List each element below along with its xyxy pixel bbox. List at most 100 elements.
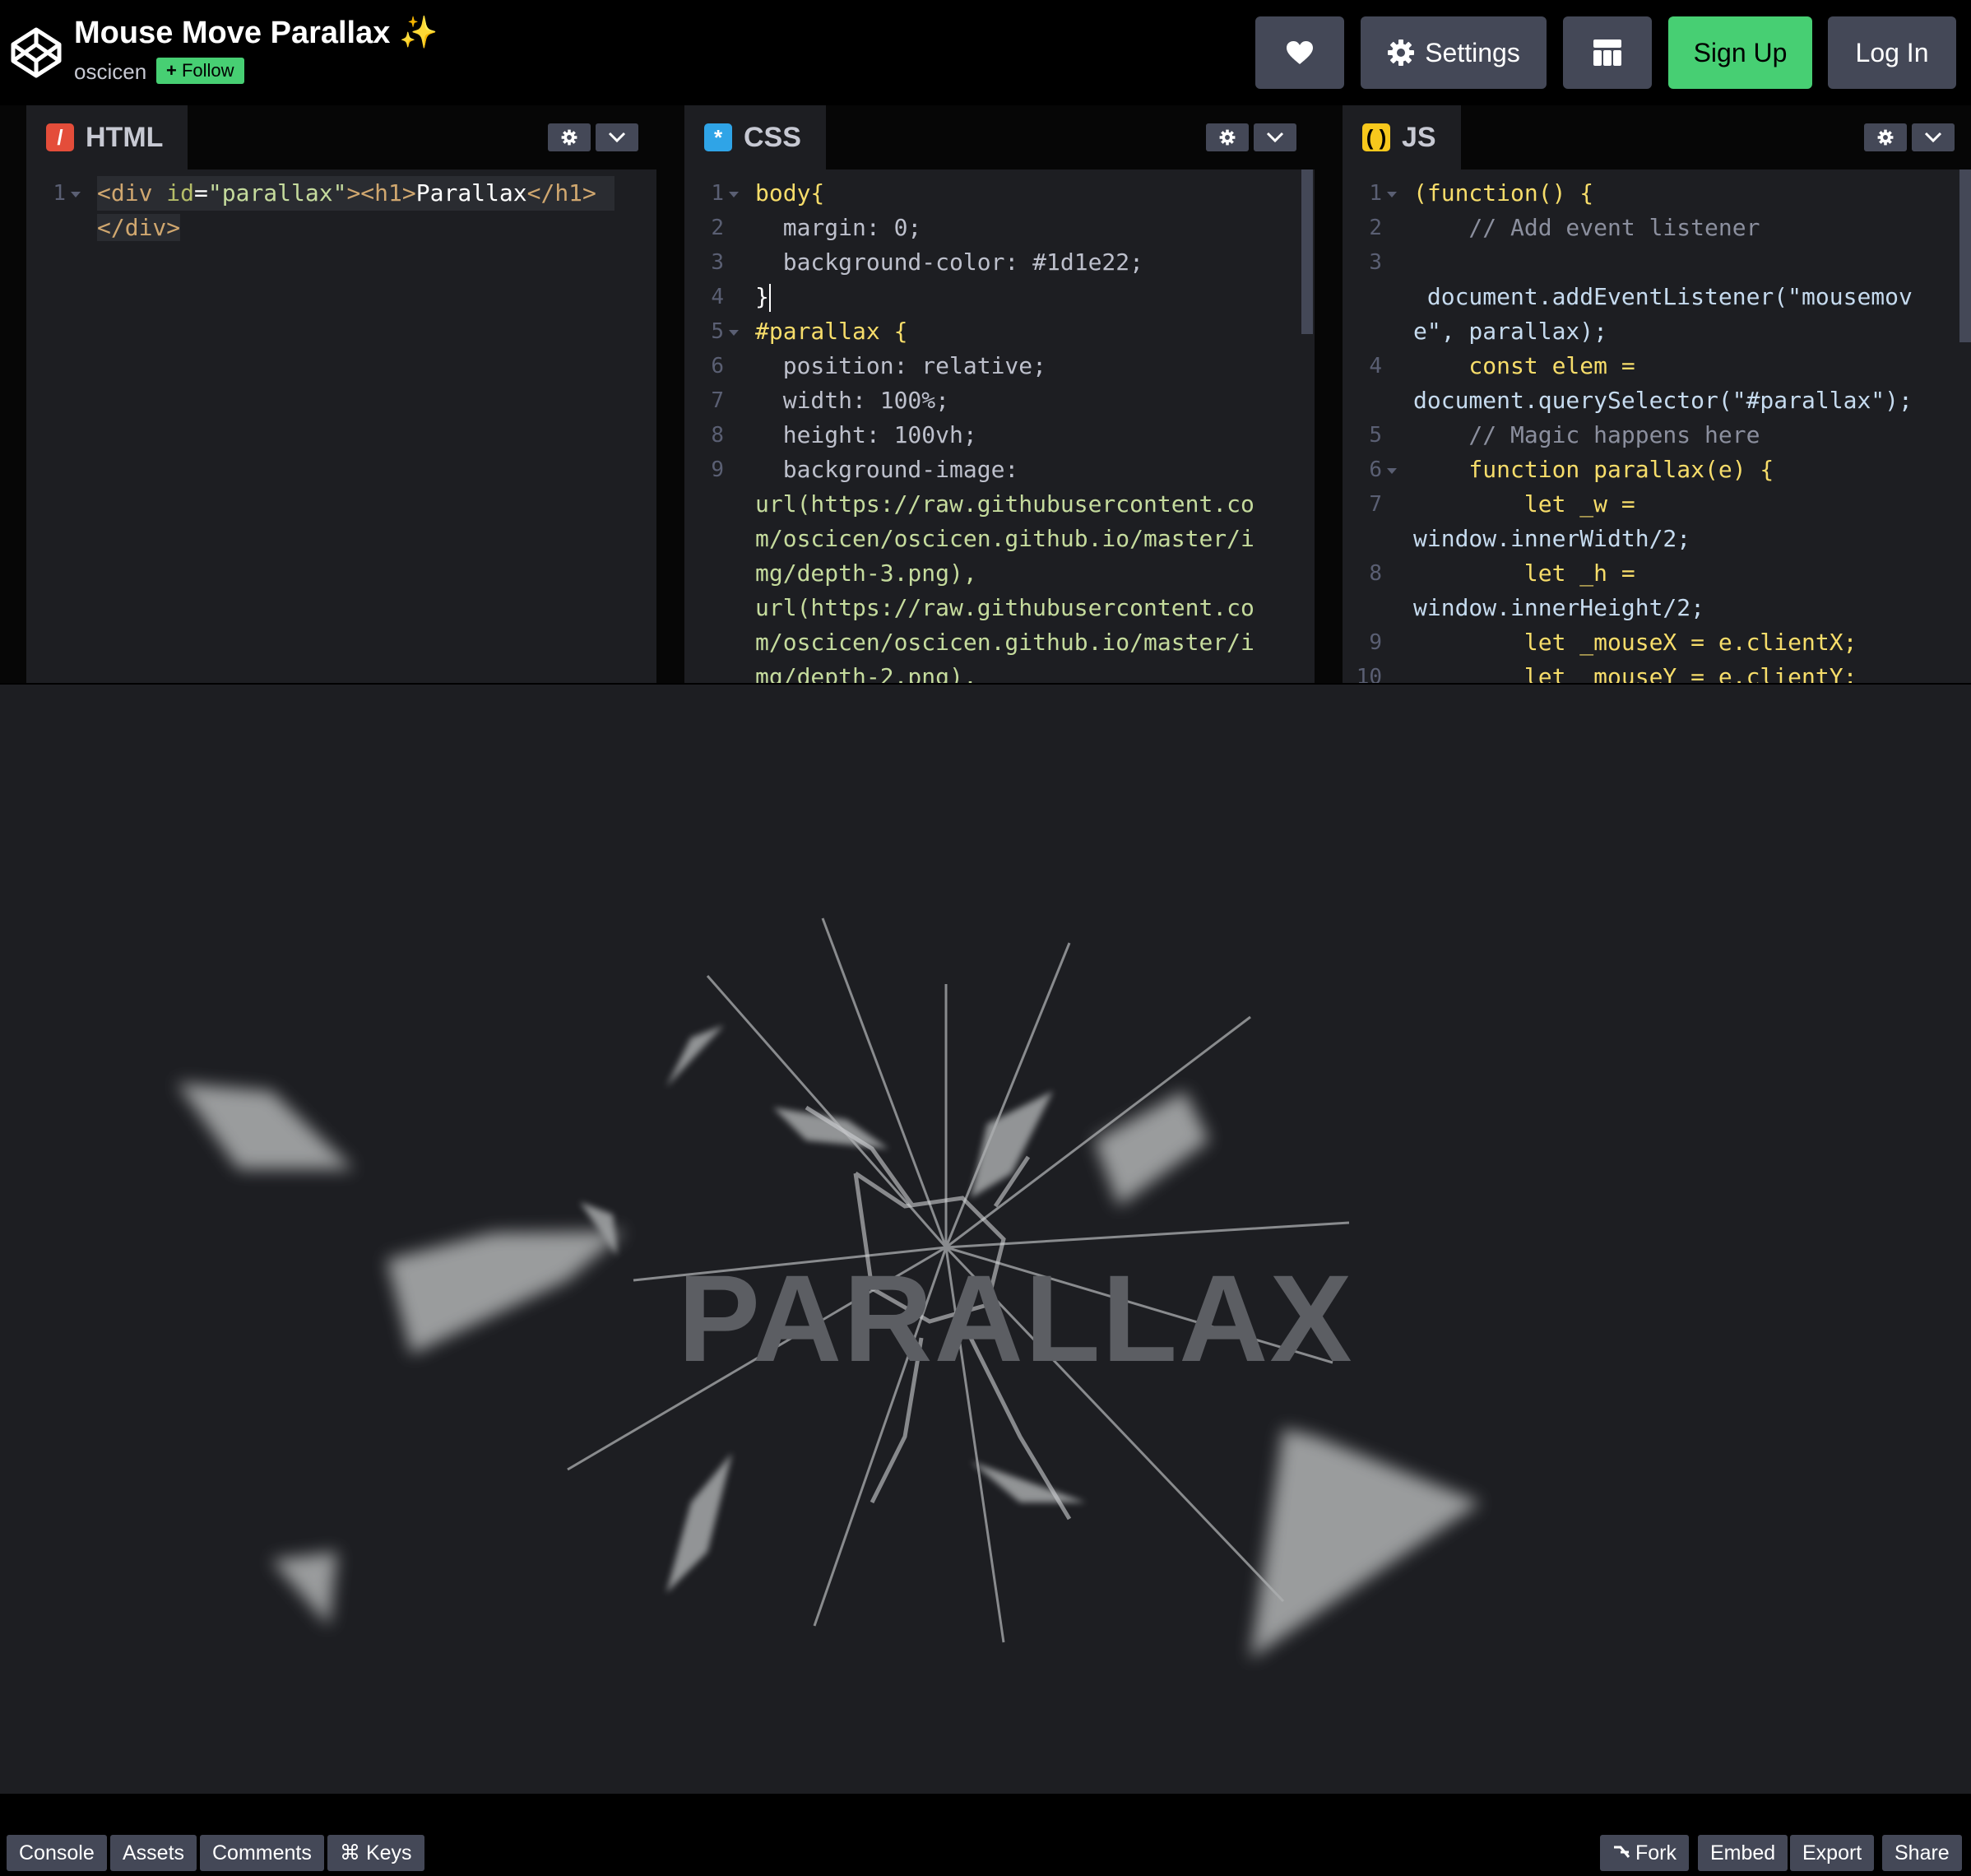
code-line: let _mouseX = e.clientX; bbox=[1413, 629, 1857, 656]
text-cursor bbox=[768, 284, 771, 312]
css-asterisk-icon: * bbox=[704, 123, 732, 151]
code-line: body{ bbox=[755, 179, 825, 207]
result-preview[interactable]: PARALLAX bbox=[0, 713, 1971, 1794]
line-number: 4 bbox=[1369, 354, 1382, 378]
line-number: 1 bbox=[1343, 176, 1403, 211]
code-line: document.querySelector("#parallax"); bbox=[1413, 387, 1913, 414]
line-number bbox=[1343, 314, 1403, 349]
heart-icon bbox=[1287, 41, 1313, 64]
scrollbar-thumb[interactable] bbox=[1959, 169, 1971, 342]
code-line: background-image: bbox=[755, 456, 1019, 483]
code-line: </div> bbox=[97, 214, 181, 241]
code-line: window.innerHeight/2; bbox=[1413, 594, 1705, 621]
line-number bbox=[1343, 383, 1403, 418]
like-button[interactable] bbox=[1255, 16, 1344, 89]
css-code-area[interactable]: 1 2 3 4 5 6 7 8 9 body{ margin: 0; backg… bbox=[684, 169, 1315, 683]
js-collapse-button[interactable] bbox=[1912, 123, 1955, 151]
code-lines: body{ margin: 0; background-color: #1d1e… bbox=[755, 176, 1298, 683]
code-line: width: 100%; bbox=[755, 387, 950, 414]
css-scrollbar[interactable] bbox=[1300, 169, 1315, 683]
embed-button[interactable]: Embed bbox=[1698, 1835, 1788, 1871]
js-code-area[interactable]: 1 2 3 4 5 6 7 8 9 10 (function() { // Ad… bbox=[1343, 169, 1971, 683]
line-number: 7 bbox=[711, 388, 724, 413]
pen-title-text: Mouse Move Parallax bbox=[74, 16, 391, 50]
code-line: mg/depth-2.png), bbox=[755, 663, 977, 683]
comments-button[interactable]: Comments bbox=[200, 1835, 324, 1871]
line-number bbox=[1343, 280, 1403, 314]
fork-icon bbox=[1614, 1846, 1630, 1858]
log-in-button[interactable]: Log In bbox=[1828, 16, 1956, 89]
html-code-area[interactable]: 1 <div id="parallax"><h1>Parallax</h1> <… bbox=[26, 169, 656, 683]
footer-bar: Console Assets Comments ⌘ Keys Fork Embe… bbox=[0, 1794, 1971, 1876]
code-line: <div id="parallax"><h1>Parallax</h1> bbox=[97, 176, 640, 211]
sparkles-icon: ✨ bbox=[398, 16, 438, 50]
code-line: // Add event listener bbox=[1413, 214, 1760, 241]
js-tab[interactable]: ( ) JS bbox=[1343, 105, 1461, 169]
code-line: function parallax(e) { bbox=[1413, 456, 1774, 483]
js-settings-button[interactable] bbox=[1864, 123, 1907, 151]
code-line: margin: 0; bbox=[755, 214, 922, 241]
gear-icon bbox=[1877, 129, 1894, 146]
html-slash-icon: / bbox=[46, 123, 74, 151]
line-number: 5 bbox=[684, 314, 745, 349]
codepen-logo-icon[interactable] bbox=[10, 26, 63, 79]
line-number: 9 bbox=[711, 457, 724, 482]
line-number: 2 bbox=[1369, 216, 1382, 240]
css-settings-button[interactable] bbox=[1206, 123, 1249, 151]
editor-resize-handle[interactable] bbox=[0, 683, 1971, 714]
html-tab[interactable]: / HTML bbox=[26, 105, 188, 169]
author-name[interactable]: oscicen bbox=[74, 59, 146, 85]
fork-button[interactable]: Fork bbox=[1600, 1835, 1689, 1871]
code-line: let _w = bbox=[1413, 490, 1635, 518]
code-line: e", parallax); bbox=[1413, 318, 1608, 345]
sign-up-button[interactable]: Sign Up bbox=[1668, 16, 1812, 89]
layout-grid-icon bbox=[1593, 39, 1621, 66]
line-number: 5 bbox=[1369, 423, 1382, 448]
scrollbar-thumb[interactable] bbox=[1301, 169, 1313, 334]
settings-button[interactable]: Settings bbox=[1361, 16, 1547, 89]
follow-label: Follow bbox=[181, 60, 234, 81]
js-tab-label: JS bbox=[1402, 121, 1436, 153]
chevron-down-icon bbox=[608, 132, 626, 143]
html-settings-button[interactable] bbox=[548, 123, 591, 151]
line-number: 4 bbox=[711, 285, 724, 309]
code-line: } bbox=[755, 280, 1298, 314]
code-line: const elem = bbox=[1413, 352, 1635, 379]
settings-label: Settings bbox=[1425, 37, 1520, 67]
html-pane-header: / HTML bbox=[26, 105, 656, 169]
share-button[interactable]: Share bbox=[1882, 1835, 1962, 1871]
css-editor-pane: * CSS 1 2 3 4 5 6 7 8 9 body{margin: 0;… bbox=[684, 105, 1315, 683]
code-line: url(https://raw.githubusercontent.co bbox=[755, 490, 1254, 518]
export-button[interactable]: Export bbox=[1790, 1835, 1875, 1871]
js-braces-icon: ( ) bbox=[1362, 123, 1390, 151]
fork-label: Fork bbox=[1635, 1841, 1677, 1864]
code-line: height: 100vh; bbox=[755, 421, 977, 448]
html-tab-label: HTML bbox=[86, 121, 164, 153]
css-tab[interactable]: * CSS bbox=[684, 105, 826, 169]
js-scrollbar[interactable] bbox=[1958, 169, 1971, 683]
line-number: 10 bbox=[1356, 665, 1382, 683]
css-collapse-button[interactable] bbox=[1254, 123, 1296, 151]
plus-icon: + bbox=[166, 60, 177, 81]
assets-button[interactable]: Assets bbox=[110, 1835, 197, 1871]
html-collapse-button[interactable] bbox=[596, 123, 638, 151]
gear-icon bbox=[1219, 129, 1236, 146]
gear-icon bbox=[561, 129, 577, 146]
line-number: 9 bbox=[1369, 630, 1382, 655]
keys-button[interactable]: ⌘ Keys bbox=[327, 1835, 424, 1871]
follow-button[interactable]: + Follow bbox=[156, 58, 244, 84]
code-line: document.addEventListener("mousemov bbox=[1413, 283, 1913, 310]
code-line: url(https://raw.githubusercontent.co bbox=[755, 594, 1254, 621]
code-line: mg/depth-3.png), bbox=[755, 560, 977, 587]
code-line: (function() { bbox=[1413, 179, 1594, 207]
change-view-button[interactable] bbox=[1563, 16, 1652, 89]
editor-panels: / HTML 1 <div id="parallax"><h1>Parallax… bbox=[0, 105, 1971, 683]
line-number: 3 bbox=[711, 250, 724, 275]
line-number: 2 bbox=[711, 216, 724, 240]
console-button[interactable]: Console bbox=[7, 1835, 107, 1871]
line-number: 3 bbox=[1369, 250, 1382, 275]
header: Mouse Move Parallax ✨ oscicen + Follow S… bbox=[0, 0, 1971, 105]
pen-title: Mouse Move Parallax ✨ bbox=[74, 15, 438, 51]
chevron-down-icon bbox=[1266, 132, 1284, 143]
